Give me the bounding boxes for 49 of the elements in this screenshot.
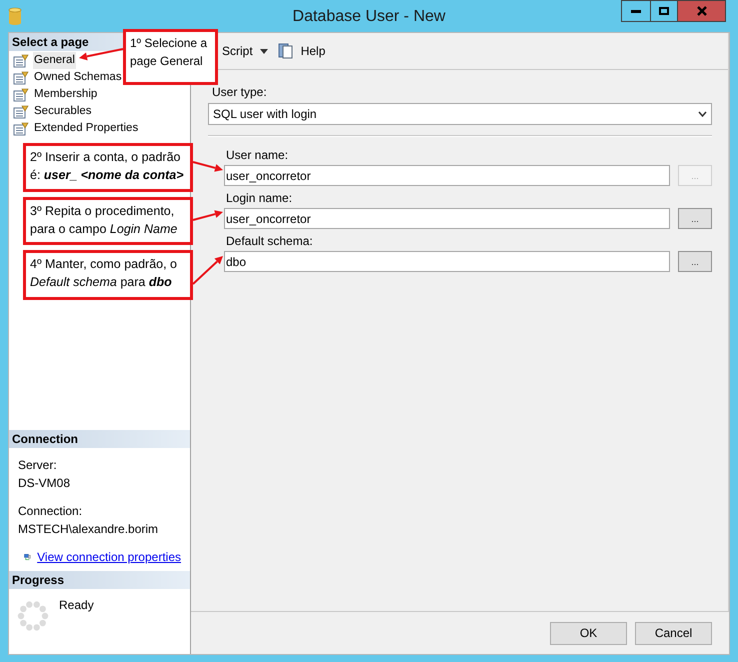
annotation-callout: 1º Selecione a page General: [123, 29, 218, 85]
connection-value: MSTECH\alexandre.borim: [18, 521, 160, 538]
page-icon: [13, 104, 29, 118]
field-label: Default schema:: [226, 233, 314, 250]
section-header: Connection: [9, 430, 190, 448]
window-title: Database User - New: [292, 7, 446, 27]
arrow: [192, 159, 224, 174]
text-field[interactable]: dbo: [224, 251, 670, 272]
user-type-dropdown[interactable]: SQL user with login: [208, 103, 712, 125]
script-button[interactable]: Script: [221, 42, 254, 60]
annotation-callout: 2º Inserir a conta, o padrão é: user_ <nome da conta>: [23, 143, 193, 192]
connection-label: Connection:: [18, 503, 84, 520]
page-icon: [13, 70, 29, 84]
connection-properties-link[interactable]: View connection properties: [37, 548, 181, 566]
section-header: Progress: [9, 571, 190, 589]
close-button[interactable]: [678, 1, 725, 21]
arrow: [192, 253, 224, 286]
arrow: [192, 208, 224, 222]
user-type-label: User type:: [212, 84, 268, 101]
progress-status: Ready: [59, 597, 94, 614]
page-item[interactable]: General: [33, 52, 76, 70]
help-button[interactable]: Help: [300, 42, 326, 60]
annotation-callout: 4º Manter, como padrão, o Default schema para dbo: [23, 250, 193, 300]
chevron-icon: [698, 111, 707, 117]
browse-button[interactable]: ...: [678, 208, 712, 229]
spinner-icon: [17, 600, 49, 632]
page-icon: [13, 122, 29, 136]
help-icon: [278, 43, 294, 59]
maximize-icon: [659, 7, 669, 15]
page-item[interactable]: Securables: [33, 102, 93, 120]
server-label: Server:: [18, 457, 58, 474]
text-field[interactable]: user_oncorretor: [224, 208, 670, 229]
database-icon: [8, 7, 22, 25]
page-item[interactable]: Membership: [33, 86, 98, 104]
page-icon: [13, 88, 29, 102]
field-label: User name:: [226, 147, 290, 164]
page-item[interactable]: Owned Schemas: [33, 68, 123, 86]
browse-button[interactable]: ...: [678, 251, 712, 272]
server-value: DS-VM08: [18, 475, 72, 492]
annotation-callout: 3º Repita o procedimento, para o campo Login Name: [23, 197, 193, 245]
page-icon: [13, 54, 29, 68]
dialog-button[interactable]: OK: [550, 622, 627, 644]
minimize-icon: [631, 10, 641, 12]
caret-icon: [260, 48, 268, 54]
close-icon: [696, 6, 706, 16]
text-field[interactable]: user_oncorretor: [224, 165, 670, 186]
dialog-button[interactable]: Cancel: [635, 622, 712, 644]
field-label: Login name:: [226, 190, 294, 207]
page-item[interactable]: Extended Properties: [33, 120, 140, 138]
